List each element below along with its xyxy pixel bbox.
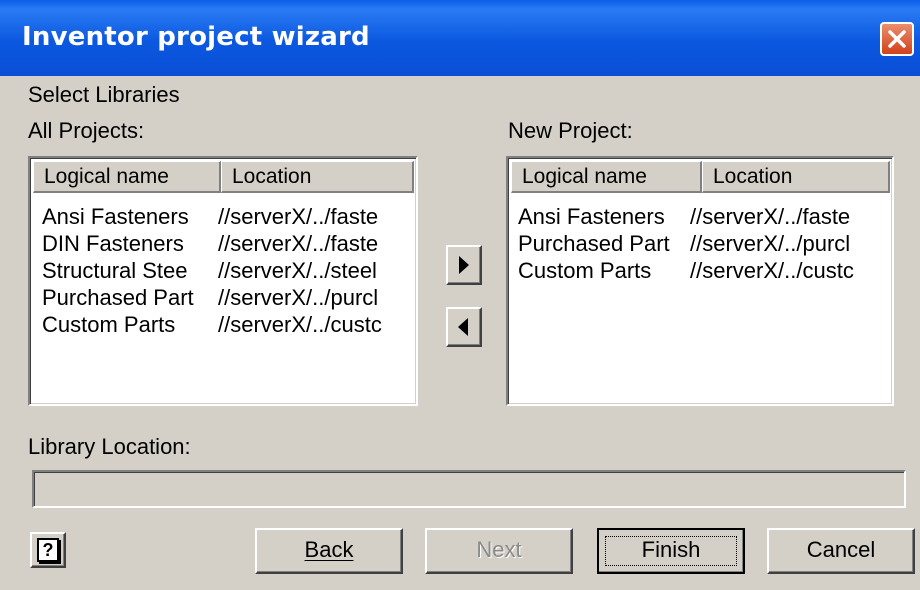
list-item-location[interactable]: //serverX/../faste bbox=[690, 204, 888, 230]
list-item-name[interactable]: Custom Parts bbox=[518, 258, 690, 284]
window-title: Inventor project wizard bbox=[22, 22, 370, 52]
cancel-button-label: Cancel bbox=[806, 537, 876, 562]
list-item-name[interactable]: Structural Stee bbox=[42, 258, 214, 284]
help-icon: ? bbox=[37, 538, 59, 562]
library-location-field[interactable] bbox=[32, 470, 906, 508]
arrow-right-icon bbox=[459, 256, 469, 274]
arrow-left-icon bbox=[458, 318, 468, 336]
close-button[interactable] bbox=[880, 22, 914, 56]
list-item-name[interactable]: Purchased Part bbox=[42, 285, 214, 311]
library-location-label: Library Location: bbox=[28, 434, 191, 459]
back-button[interactable]: Back bbox=[255, 528, 403, 574]
list-item-name[interactable]: DIN Fasteners bbox=[42, 231, 214, 257]
list-item-name[interactable]: Purchased Part bbox=[518, 231, 690, 257]
finish-button[interactable]: Finish bbox=[597, 528, 745, 574]
column-header-location[interactable]: Location bbox=[221, 161, 414, 193]
close-icon bbox=[888, 30, 906, 48]
column-header-location[interactable]: Location bbox=[702, 161, 890, 193]
next-button-label: Next bbox=[476, 537, 522, 562]
column-header-logical-name[interactable]: Logical name bbox=[511, 161, 702, 193]
back-button-label: Back bbox=[304, 537, 354, 562]
list-item-location[interactable]: //serverX/../custc bbox=[690, 258, 888, 284]
remove-library-button[interactable] bbox=[446, 307, 482, 347]
title-bar[interactable]: Inventor project wizard bbox=[0, 0, 920, 76]
list-item-name[interactable]: Custom Parts bbox=[42, 312, 214, 338]
list-item-location[interactable]: //serverX/../steel bbox=[218, 258, 410, 284]
next-button[interactable]: Next bbox=[425, 528, 573, 574]
column-header-logical-name[interactable]: Logical name bbox=[33, 161, 221, 193]
list-item-name[interactable]: Ansi Fasteners bbox=[42, 204, 214, 230]
list-item-name[interactable]: Ansi Fasteners bbox=[518, 204, 690, 230]
list-item-location[interactable]: //serverX/../faste bbox=[218, 204, 410, 230]
list-item-location[interactable]: //serverX/../faste bbox=[218, 231, 410, 257]
wizard-window: Inventor project wizard Select Libraries… bbox=[0, 0, 920, 590]
list-item-location[interactable]: //serverX/../custc bbox=[218, 312, 410, 338]
all-projects-label: All Projects: bbox=[28, 118, 145, 143]
add-library-button[interactable] bbox=[446, 245, 482, 285]
help-icon-glyph: ? bbox=[42, 540, 54, 560]
focus-rectangle bbox=[605, 536, 737, 566]
help-button[interactable]: ? bbox=[30, 532, 66, 568]
section-heading: Select Libraries bbox=[28, 82, 180, 107]
list-item-location[interactable]: //serverX/../purcl bbox=[690, 231, 888, 257]
new-project-label: New Project: bbox=[508, 118, 633, 143]
list-item-location[interactable]: //serverX/../purcl bbox=[218, 285, 410, 311]
new-project-list[interactable]: Logical name Location Ansi Fasteners //s… bbox=[506, 156, 894, 406]
cancel-button[interactable]: Cancel bbox=[767, 528, 915, 574]
all-projects-list[interactable]: Logical name Location Ansi Fasteners //s… bbox=[28, 156, 418, 406]
